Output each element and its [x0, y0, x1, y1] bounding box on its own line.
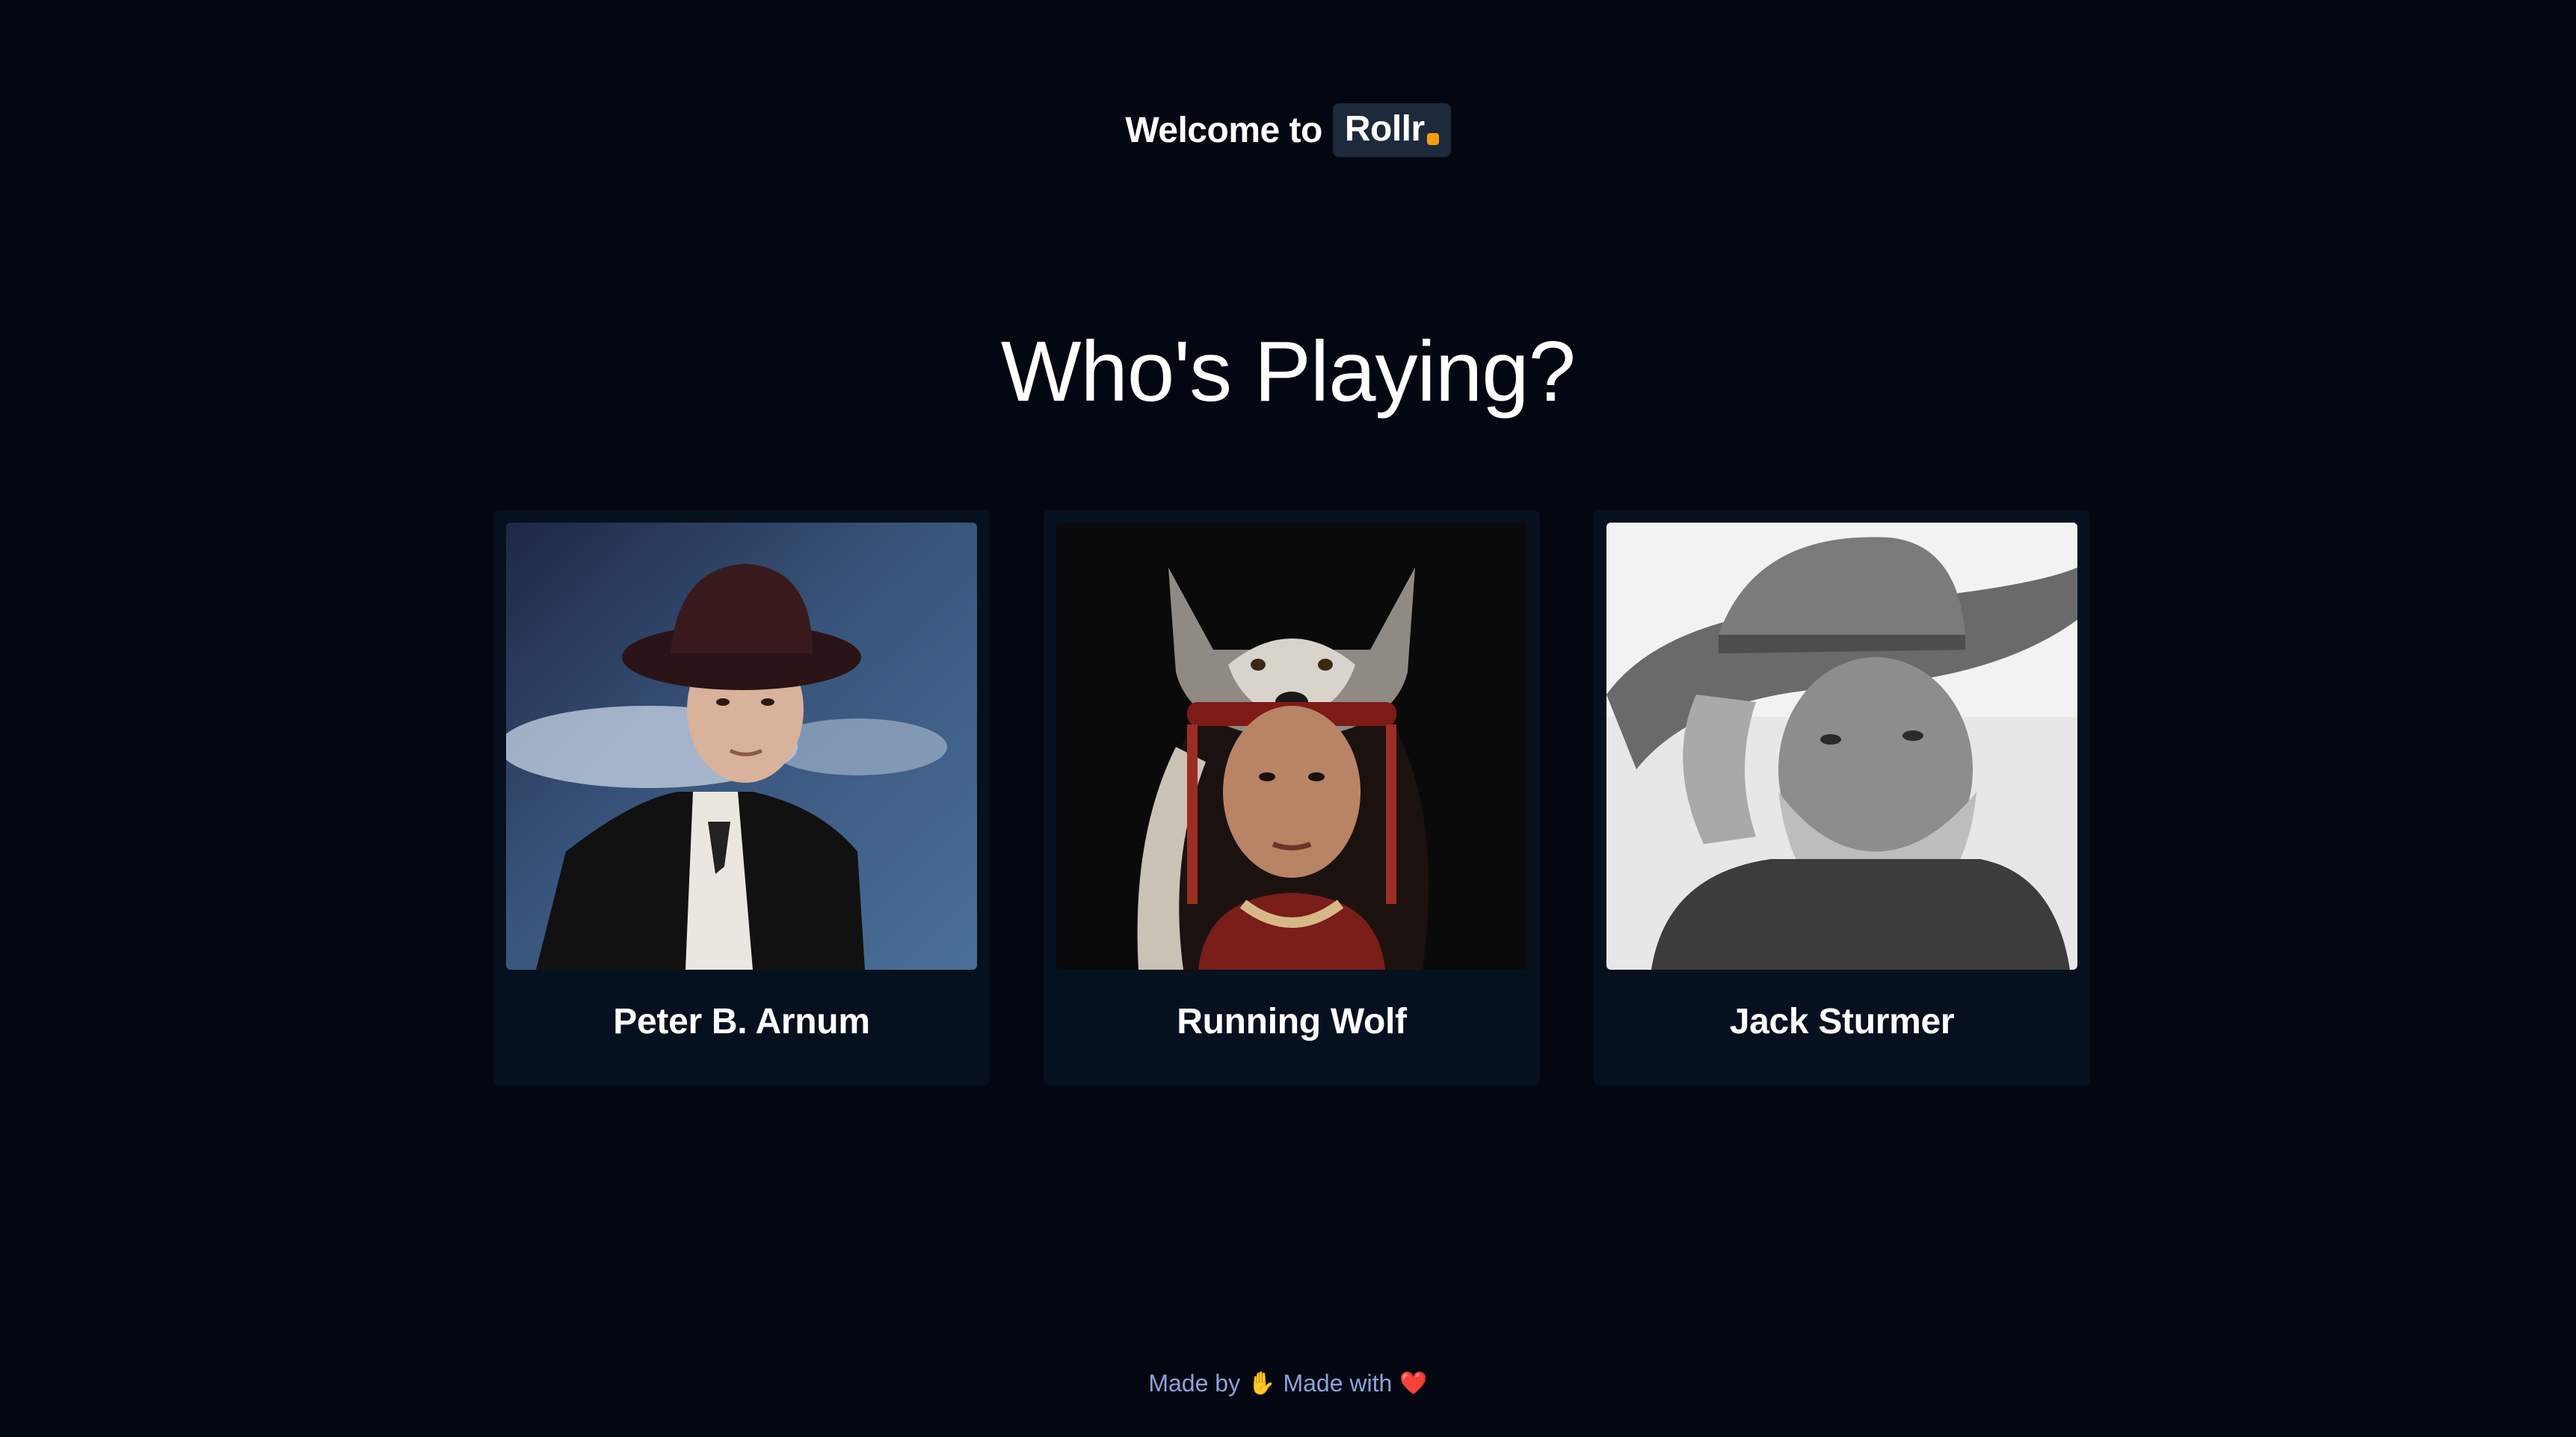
brand-logo: Rollr [1332, 103, 1451, 157]
wolf-headdress-portrait-icon [1056, 523, 1527, 970]
made-by-link[interactable]: Made by [1148, 1370, 1240, 1397]
page-title: Who's Playing? [1000, 324, 1576, 419]
player-name: Running Wolf [1177, 1002, 1407, 1041]
player-card-3[interactable]: Jack Sturmer [1594, 510, 2090, 1086]
player-card-1[interactable]: Peter B. Arnum [493, 510, 990, 1086]
welcome-header: Welcome to Rollr [0, 103, 2576, 157]
brand-name: Rollr [1344, 109, 1425, 149]
footer: Made by ✋ Made with ❤️ [0, 1370, 2576, 1397]
brand-dot [1426, 133, 1439, 145]
made-with-link[interactable]: Made with [1283, 1370, 1392, 1397]
page: Welcome to Rollr Who's Playing? Peter B.… [0, 0, 2576, 1437]
cowboy-portrait-icon [506, 523, 977, 970]
welcome-text: Welcome to [1125, 110, 1322, 150]
player-list: Peter B. Arnum Running Wolf Jack Sturmer [493, 510, 2090, 1086]
old-cowboy-portrait-icon [1606, 523, 2077, 970]
player-name: Jack Sturmer [1729, 1002, 1955, 1041]
heart-icon: ❤️ [1399, 1370, 1428, 1396]
hand-icon: ✋ [1248, 1370, 1276, 1396]
player-card-2[interactable]: Running Wolf [1044, 510, 1540, 1086]
player-name: Peter B. Arnum [613, 1002, 870, 1041]
